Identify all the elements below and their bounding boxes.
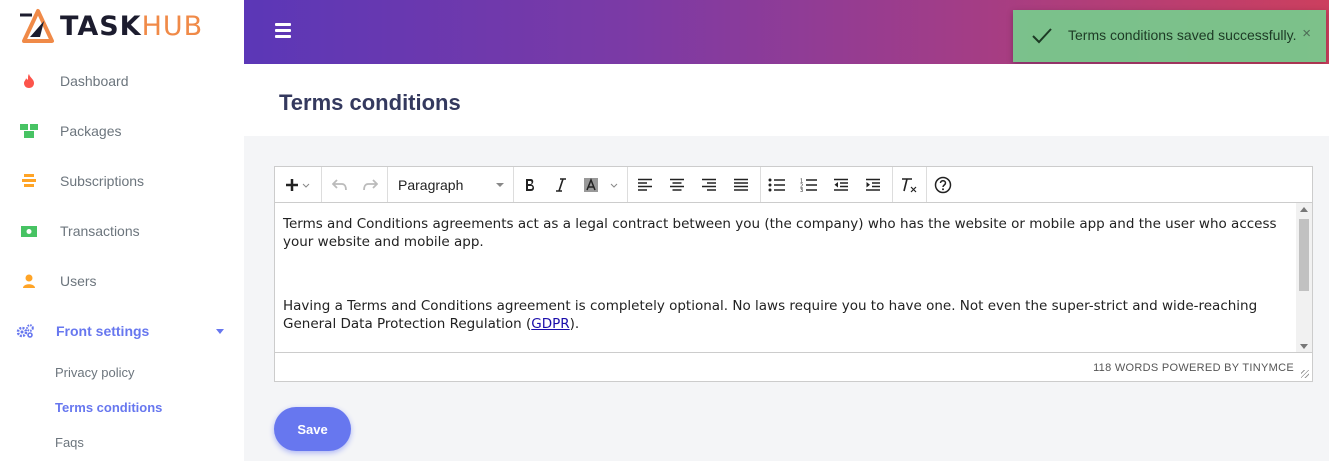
clear-formatting-icon: [902, 178, 917, 193]
align-left-icon: [638, 178, 652, 191]
scrollbar[interactable]: [1296, 203, 1312, 353]
chevron-down-icon: [496, 183, 504, 187]
numbered-list-button[interactable]: 123: [796, 171, 822, 199]
sidebar-item-label: Subscriptions: [60, 173, 145, 189]
sidebar-item-users[interactable]: Users: [0, 261, 244, 301]
scroll-down-icon[interactable]: [1300, 344, 1308, 349]
sidebar-item-transactions[interactable]: Transactions: [0, 211, 244, 251]
sidebar-item-label: Transactions: [60, 223, 140, 239]
bullet-list-button[interactable]: [764, 171, 790, 199]
editor-content[interactable]: Terms and Conditions agreements act as a…: [275, 203, 1296, 353]
sidebar-item-label: Packages: [60, 123, 122, 139]
editor-statusbar: 118 WORDS POWERED BY TINYMCE: [275, 352, 1312, 381]
scroll-thumb[interactable]: [1299, 219, 1309, 291]
editor-toolbar: Paragraph 123: [275, 167, 1312, 203]
logo[interactable]: TASKHUB: [18, 5, 203, 49]
sidebar-item-dashboard[interactable]: Dashboard: [0, 61, 244, 101]
sidebar-subitem-terms-conditions[interactable]: Terms conditions: [55, 400, 162, 415]
layers-icon: [20, 172, 38, 190]
help-icon: [934, 176, 952, 194]
align-left-button[interactable]: [632, 171, 658, 199]
chevron-down-icon: [216, 328, 224, 334]
text-color-button[interactable]: [580, 171, 620, 199]
italic-button[interactable]: [548, 171, 574, 199]
success-toast: Terms conditions saved successfully. ×: [1013, 10, 1326, 62]
rich-text-editor: Paragraph 123 Terms and Conditions agree…: [274, 166, 1313, 382]
bold-button[interactable]: [517, 171, 543, 199]
sidebar: TASKHUB Dashboard Packages Subscriptions…: [0, 0, 244, 461]
outdent-icon: [834, 178, 848, 191]
sidebar-item-front-settings[interactable]: Front settings: [0, 311, 244, 351]
resize-handle-icon[interactable]: [1301, 370, 1309, 378]
sidebar-item-label: Users: [60, 273, 97, 289]
logo-text: TASKHUB: [60, 11, 204, 42]
save-button[interactable]: Save: [274, 407, 351, 451]
plus-icon: [286, 179, 310, 191]
sidebar-subitem-privacy-policy[interactable]: Privacy policy: [55, 365, 134, 380]
sidebar-subitem-faqs[interactable]: Faqs: [55, 435, 84, 450]
paragraph: Having a Terms and Conditions agreement …: [283, 298, 1258, 332]
sidebar-item-label: Dashboard: [60, 73, 129, 89]
sidebar-item-packages[interactable]: Packages: [0, 111, 244, 151]
page-title: Terms conditions: [279, 90, 461, 115]
redo-button[interactable]: [357, 171, 383, 199]
close-icon[interactable]: ×: [1302, 25, 1311, 42]
align-center-icon: [670, 178, 684, 191]
align-right-icon: [702, 178, 716, 191]
user-icon: [20, 272, 38, 290]
boxes-icon: [20, 122, 38, 140]
gdpr-link[interactable]: GDPR: [531, 316, 569, 332]
indent-icon: [866, 178, 880, 191]
text-color-icon: [584, 177, 618, 192]
logo-icon: [20, 9, 54, 43]
paragraph: Terms and Conditions agreements act as a…: [283, 216, 1277, 250]
svg-text:3: 3: [800, 188, 803, 192]
money-bill-icon: [20, 222, 38, 240]
undo-icon: [332, 179, 347, 191]
align-justify-button[interactable]: [728, 171, 754, 199]
redo-icon: [363, 179, 378, 191]
indent-button[interactable]: [860, 171, 886, 199]
undo-button[interactable]: [327, 171, 353, 199]
bold-icon: [526, 179, 534, 191]
bullet-list-icon: [768, 178, 785, 192]
outdent-button[interactable]: [828, 171, 854, 199]
italic-icon: [556, 178, 566, 192]
hamburger-menu-icon[interactable]: [275, 23, 291, 38]
sidebar-item-label: Front settings: [56, 323, 150, 339]
align-center-button[interactable]: [664, 171, 690, 199]
numbered-list-icon: 123: [800, 179, 817, 192]
cogs-icon: [16, 322, 34, 340]
format-value: Paragraph: [398, 177, 464, 193]
toast-message: Terms conditions saved successfully.: [1068, 27, 1297, 43]
word-count: 118 WORDS POWERED BY TINYMCE: [1093, 362, 1294, 374]
page-header: Terms conditions: [244, 64, 1329, 136]
align-right-button[interactable]: [696, 171, 722, 199]
insert-button[interactable]: [281, 171, 315, 199]
format-dropdown[interactable]: Paragraph: [390, 171, 510, 199]
help-button[interactable]: [930, 171, 956, 199]
clear-formatting-button[interactable]: [896, 171, 922, 199]
scroll-up-icon[interactable]: [1300, 207, 1308, 212]
check-icon: [1032, 28, 1052, 44]
sidebar-item-subscriptions[interactable]: Subscriptions: [0, 161, 244, 201]
fire-icon: [20, 72, 38, 90]
align-justify-icon: [734, 178, 748, 191]
